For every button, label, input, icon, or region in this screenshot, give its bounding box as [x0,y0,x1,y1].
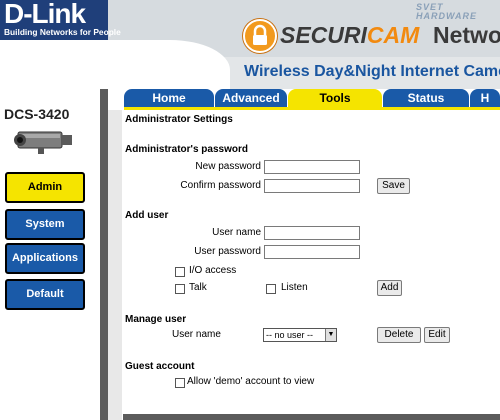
user-select-value: -- no user -- [266,330,314,340]
tab-advanced[interactable]: Advanced [215,89,287,107]
sidebar-item-system[interactable]: System [5,209,85,240]
new-password-label: New password [195,161,261,172]
confirm-password-input[interactable] [264,179,360,193]
page-subtitle: Wireless Day&Night Internet Camera [244,63,500,80]
add-user-password-label: User password [194,246,261,257]
new-password-input[interactable] [264,160,360,174]
add-user-password-input[interactable] [264,245,360,259]
content-gutter [108,110,122,420]
watermark-line2: HARDWARE [416,11,477,21]
talk-label: Talk [189,282,207,293]
bottom-bar [123,414,500,420]
camera-icon [10,126,76,156]
brand-network: Network [433,22,500,48]
model-name: DCS-3420 [4,106,70,122]
tab-status[interactable]: Status [383,89,469,107]
io-access-checkbox[interactable] [175,267,185,277]
delete-button[interactable]: Delete [377,327,421,343]
listen-checkbox[interactable] [266,284,276,294]
listen-label: Listen [281,282,308,293]
add-user-heading: Add user [125,210,169,221]
logo-tagline: Building Networks for People [4,27,121,37]
tab-home[interactable]: Home [124,89,214,107]
tab-bar: Home Advanced Tools Status H [124,89,500,107]
header-curve [0,40,230,90]
lock-icon [243,19,277,53]
add-username-label: User name [212,227,261,238]
talk-checkbox[interactable] [175,284,185,294]
user-select[interactable]: -- no user -- ▼ [263,328,337,342]
sidebar-item-default[interactable]: Default [5,279,85,310]
sidebar-item-applications[interactable]: Applications [5,243,85,274]
admin-password-heading: Administrator's password [125,144,248,155]
edit-button[interactable]: Edit [424,327,450,343]
left-divider [100,89,108,420]
chevron-down-icon: ▼ [325,329,336,341]
guest-account-heading: Guest account [125,361,195,372]
tab-help[interactable]: H [470,89,500,107]
add-user-button[interactable]: Add [377,280,402,296]
brand-part1: SECURI [280,22,367,48]
manage-user-heading: Manage user [125,314,187,325]
main-content: Administrator Settings Administrator's p… [123,110,500,420]
confirm-password-label: Confirm password [180,180,261,191]
allow-demo-checkbox[interactable] [175,378,185,388]
add-username-input[interactable] [264,226,360,240]
page-title: Administrator Settings [125,114,233,125]
allow-demo-label: Allow 'demo' account to view [187,376,315,387]
save-button[interactable]: Save [377,178,410,194]
sidebar-item-admin[interactable]: Admin [5,172,85,203]
dlink-logo: D-Link Building Networks for People [0,0,121,40]
brand-part2: CAM [366,22,420,48]
tab-tools[interactable]: Tools [288,89,382,107]
logo-text: D-Link [4,0,86,29]
manage-username-label: User name [172,329,221,340]
securicam-brand: SECURICAM [280,22,419,48]
io-access-label: I/O access [189,265,237,276]
